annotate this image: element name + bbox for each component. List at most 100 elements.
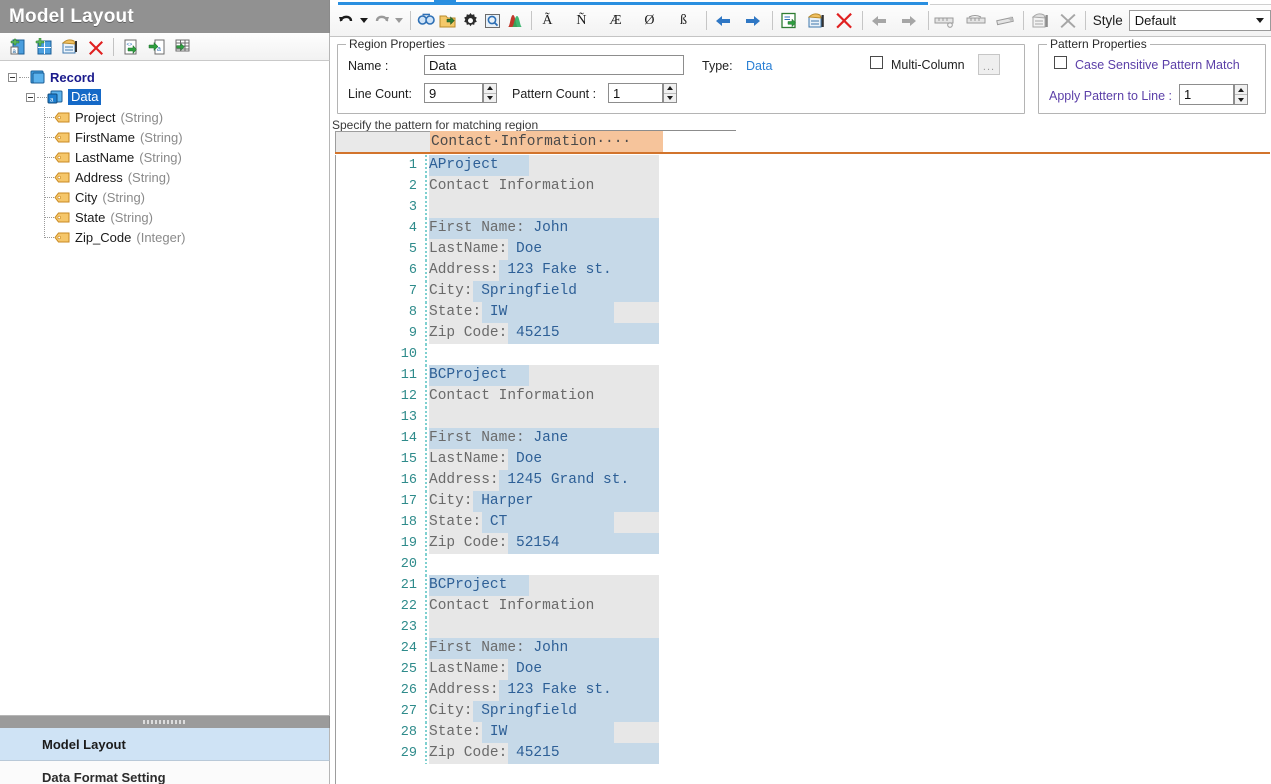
settings-gear-icon[interactable] <box>460 8 482 34</box>
expander-icon[interactable] <box>26 92 35 102</box>
tree-node-field[interactable]: City (String) <box>0 187 329 207</box>
code-line-text[interactable]: LastName: Doe <box>429 659 542 680</box>
pattern-count-spin-down[interactable] <box>664 94 676 103</box>
multi-column-checkbox[interactable] <box>870 56 883 69</box>
code-line-text[interactable]: First Name: Jane <box>429 428 568 449</box>
apply-pattern-spin-down[interactable] <box>1235 95 1247 104</box>
code-line[interactable]: 15 LastName: Doe <box>336 449 1271 470</box>
redo-dropdown-icon[interactable] <box>392 8 405 34</box>
code-line-text[interactable]: Zip Code: 52154 <box>429 533 560 554</box>
line-count-spin-up[interactable] <box>484 84 496 94</box>
find-icon[interactable] <box>416 8 438 34</box>
code-line-text[interactable]: City: Springfield <box>429 701 577 722</box>
code-line[interactable]: 20 <box>336 554 1271 575</box>
code-line-text[interactable]: Zip Code: 45215 <box>429 743 560 764</box>
model-tree[interactable]: Record a Data Project (String) FirstName (S… <box>0 61 330 716</box>
pattern-count-spinner[interactable] <box>663 83 677 103</box>
style-combobox[interactable]: Default <box>1128 10 1271 31</box>
code-line[interactable]: 10 <box>336 344 1271 365</box>
zoom-region-icon[interactable] <box>482 8 504 34</box>
code-line[interactable]: 21 BCProject <box>336 575 1271 596</box>
import-grid-icon[interactable] <box>170 35 196 59</box>
char-n-tilde-icon[interactable]: Ñ <box>570 8 592 34</box>
code-line-text[interactable]: First Name: John <box>429 638 568 659</box>
code-line[interactable]: 4 First Name: John <box>336 218 1271 239</box>
code-line-text[interactable]: BCProject <box>429 365 507 386</box>
code-line[interactable]: 25 LastName: Doe <box>336 659 1271 680</box>
import-xml-icon[interactable]: <> <box>118 35 144 59</box>
code-line-text[interactable]: First Name: John <box>429 218 568 239</box>
char-ae-icon[interactable]: Æ <box>604 8 626 34</box>
pattern-input-row[interactable]: Contact·Information···· <box>335 131 1270 154</box>
ruler-icon[interactable] <box>963 8 989 34</box>
code-line-text[interactable]: State: IW <box>429 722 507 743</box>
new-table-icon[interactable] <box>31 35 57 59</box>
char-a-tilde-icon[interactable]: Ã <box>536 8 558 34</box>
code-line[interactable]: 16 Address: 1245 Grand st. <box>336 470 1271 491</box>
code-line[interactable]: 22 Contact Information <box>336 596 1271 617</box>
code-line[interactable]: 17 City: Harper <box>336 491 1271 512</box>
code-line[interactable]: 9 Zip Code: 45215 <box>336 323 1271 344</box>
tree-node-field[interactable]: FirstName (String) <box>0 127 329 147</box>
redo-icon[interactable] <box>370 8 392 34</box>
code-line[interactable]: 7 City: Springfield <box>336 281 1271 302</box>
code-line[interactable]: 11 BCProject <box>336 365 1271 386</box>
code-line-text[interactable]: Contact Information <box>429 176 594 197</box>
delete-region-icon[interactable] <box>834 8 856 34</box>
code-line[interactable]: 26 Address: 123 Fake st. <box>336 680 1271 701</box>
code-line[interactable]: 14 First Name: Jane <box>336 428 1271 449</box>
sample-text-editor[interactable]: 1 AProject 2 Contact Information 3 4 First Nam… <box>335 155 1271 784</box>
code-line[interactable]: 28 State: IW <box>336 722 1271 743</box>
pattern-text[interactable]: Contact·Information···· <box>430 131 663 153</box>
panel-splitter[interactable] <box>0 716 330 728</box>
tree-node-data[interactable]: a Data <box>0 87 329 107</box>
expander-icon[interactable] <box>8 72 17 82</box>
magic-wand-icon[interactable] <box>993 8 1019 34</box>
tree-node-field[interactable]: Zip_Code (Integer) <box>0 227 329 247</box>
code-line[interactable]: 8 State: IW <box>336 302 1271 323</box>
chevron-down-icon[interactable] <box>1251 11 1268 30</box>
apply-pattern-spinner[interactable] <box>1234 84 1248 105</box>
new-region-icon[interactable] <box>57 35 83 59</box>
code-line[interactable]: 13 <box>336 407 1271 428</box>
code-line-text[interactable]: City: Springfield <box>429 281 577 302</box>
code-line-text[interactable]: Contact Information <box>429 386 594 407</box>
tree-node-record[interactable]: Record <box>0 67 329 87</box>
tree-node-field[interactable]: Address (String) <box>0 167 329 187</box>
tree-node-field[interactable]: LastName (String) <box>0 147 329 167</box>
code-line[interactable]: 12 Contact Information <box>336 386 1271 407</box>
code-line[interactable]: 29 Zip Code: 45215 <box>336 743 1271 764</box>
code-line[interactable]: 3 <box>336 197 1271 218</box>
undo-icon[interactable] <box>335 8 357 34</box>
edit-note-icon[interactable] <box>1029 8 1051 34</box>
code-line[interactable]: 18 State: CT <box>336 512 1271 533</box>
delete-icon[interactable] <box>83 35 109 59</box>
edit-region-icon[interactable] <box>806 8 828 34</box>
multi-column-browse-button[interactable]: ... <box>978 54 1000 75</box>
nav-back-icon[interactable] <box>712 8 734 34</box>
chart-icon[interactable] <box>504 8 526 34</box>
char-oslash-icon[interactable]: Ø <box>638 8 660 34</box>
code-line[interactable]: 2 Contact Information <box>336 176 1271 197</box>
undo-dropdown-icon[interactable] <box>357 8 370 34</box>
char-eszett-icon[interactable]: ß <box>672 8 694 34</box>
code-line[interactable]: 27 City: Springfield <box>336 701 1271 722</box>
pattern-count-input[interactable]: 1 <box>608 83 663 103</box>
next-match-icon[interactable] <box>898 8 920 34</box>
new-record-icon[interactable]: a <box>5 35 31 59</box>
code-line[interactable]: 6 Address: 123 Fake st. <box>336 260 1271 281</box>
code-line-text[interactable]: AProject <box>429 155 499 176</box>
tree-node-field[interactable]: State (String) <box>0 207 329 227</box>
code-line-text[interactable]: State: IW <box>429 302 507 323</box>
nav-forward-icon[interactable] <box>742 8 764 34</box>
tree-node-field[interactable]: Project (String) <box>0 107 329 127</box>
ruler-left-icon[interactable] <box>933 8 959 34</box>
code-line-text[interactable]: City: Harper <box>429 491 533 512</box>
line-count-spin-down[interactable] <box>484 94 496 103</box>
code-line[interactable]: 19 Zip Code: 52154 <box>336 533 1271 554</box>
code-line-text[interactable]: Address: 123 Fake st. <box>429 260 612 281</box>
code-line[interactable]: 23 <box>336 617 1271 638</box>
case-sensitive-checkbox[interactable] <box>1054 56 1067 69</box>
code-line[interactable]: 1 AProject <box>336 155 1271 176</box>
clear-icon[interactable] <box>1057 8 1079 34</box>
